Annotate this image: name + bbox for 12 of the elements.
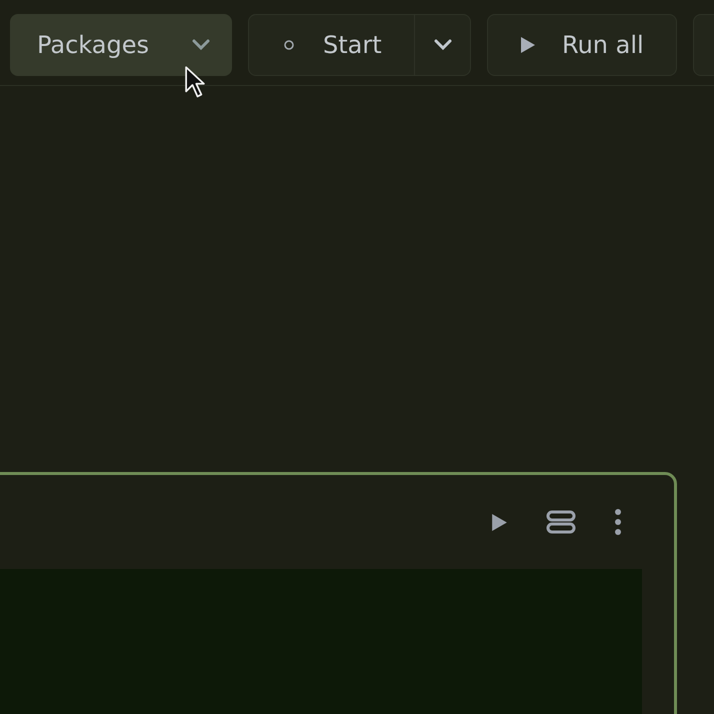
start-button[interactable]: Start: [249, 15, 414, 75]
chevron-down-icon: [191, 39, 211, 51]
start-split-button[interactable]: Start: [248, 14, 471, 76]
packages-dropdown[interactable]: Packages: [10, 14, 232, 76]
chevron-down-icon: [432, 39, 452, 51]
mouse-pointer-icon: [184, 66, 206, 99]
circle-icon: [283, 39, 295, 51]
stacked-rows-icon[interactable]: [546, 510, 576, 534]
run-all-button[interactable]: Run all: [487, 14, 677, 76]
more-options-icon[interactable]: [614, 509, 622, 535]
play-icon: [520, 36, 536, 54]
play-icon[interactable]: [491, 512, 508, 532]
